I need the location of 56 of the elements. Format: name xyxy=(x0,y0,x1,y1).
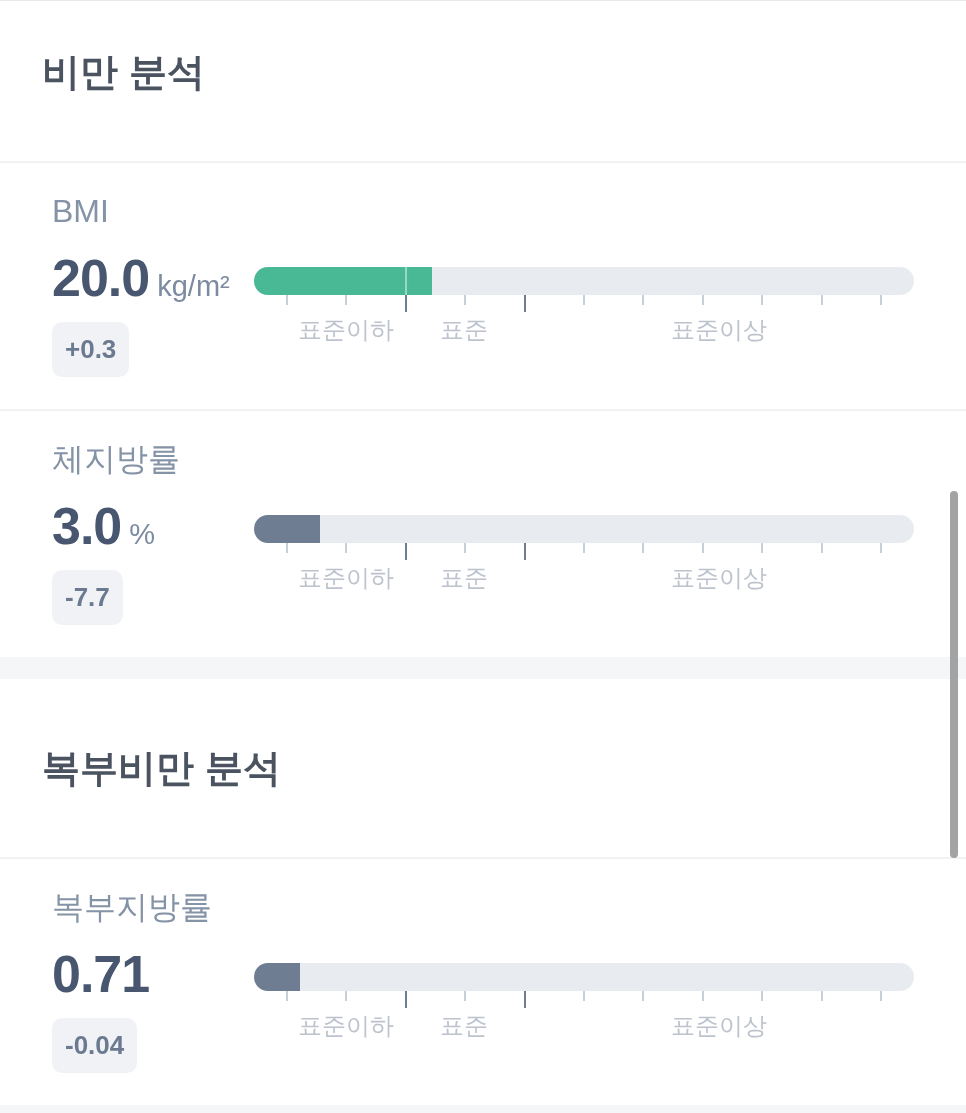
change-badge: +0.3 xyxy=(52,322,130,377)
scale-tick xyxy=(642,543,645,553)
metric-value: 20.0 xyxy=(52,248,150,308)
scale-tick xyxy=(880,543,882,553)
scale-tick xyxy=(642,991,645,1001)
scale-tick xyxy=(464,543,467,553)
scale-tick xyxy=(404,543,407,560)
scale-tick xyxy=(642,295,645,305)
scale-tick xyxy=(583,991,585,1001)
metric-value: 0.71 xyxy=(52,944,150,1004)
metric-value: 3.0 xyxy=(52,496,122,556)
scale-tick xyxy=(523,295,526,312)
section-title: 복부비만 분석 xyxy=(42,746,281,791)
scale-tick xyxy=(286,991,288,1001)
scrollbar[interactable] xyxy=(950,491,958,858)
scale-tick xyxy=(761,991,764,1001)
scale-tick xyxy=(880,991,882,1001)
scale-tick xyxy=(404,295,407,312)
scale-tick xyxy=(345,295,348,305)
scale-tick xyxy=(820,295,823,305)
metric-name: BMI xyxy=(52,192,109,231)
scale-tick xyxy=(286,295,288,305)
metric-unit: % xyxy=(129,517,156,552)
scale-tick xyxy=(820,543,823,553)
scale-tick xyxy=(701,991,704,1001)
change-badge: -7.7 xyxy=(52,570,123,625)
metric-name: 복부지방률 xyxy=(52,888,212,927)
scale-label: 표준 xyxy=(439,315,488,345)
section-title: 비만 분석 xyxy=(42,50,205,95)
scale-label: 표준이하 xyxy=(297,1011,394,1041)
scale-tick xyxy=(583,543,585,553)
scale-tick xyxy=(464,295,467,305)
scale-tick xyxy=(404,991,407,1008)
scale-tick xyxy=(583,295,585,305)
scale-tick xyxy=(286,543,288,553)
scale-label: 표준이상 xyxy=(671,1011,768,1041)
scale-tick xyxy=(523,991,526,1008)
scale-tick xyxy=(820,991,823,1001)
scale-tick xyxy=(880,295,882,305)
scale-tick xyxy=(523,543,526,560)
scale-label: 표준이상 xyxy=(671,563,768,593)
scale-tick xyxy=(701,295,704,305)
scale-tick xyxy=(761,543,764,553)
metric-name: 체지방률 xyxy=(52,440,180,479)
change-badge: -0.04 xyxy=(52,1018,138,1073)
scale-tick xyxy=(761,295,764,305)
scale-tick xyxy=(701,543,704,553)
scale-label: 표준이상 xyxy=(671,315,768,345)
scale-label: 표준 xyxy=(439,1011,488,1041)
metric-unit: kg/m² xyxy=(157,269,230,304)
scale-label: 표준이하 xyxy=(297,315,394,345)
scale-tick xyxy=(345,991,348,1001)
scale-tick xyxy=(464,991,467,1001)
scale-label: 표준이하 xyxy=(297,563,394,593)
scale-label: 표준 xyxy=(439,563,488,593)
scale-tick xyxy=(345,543,348,553)
